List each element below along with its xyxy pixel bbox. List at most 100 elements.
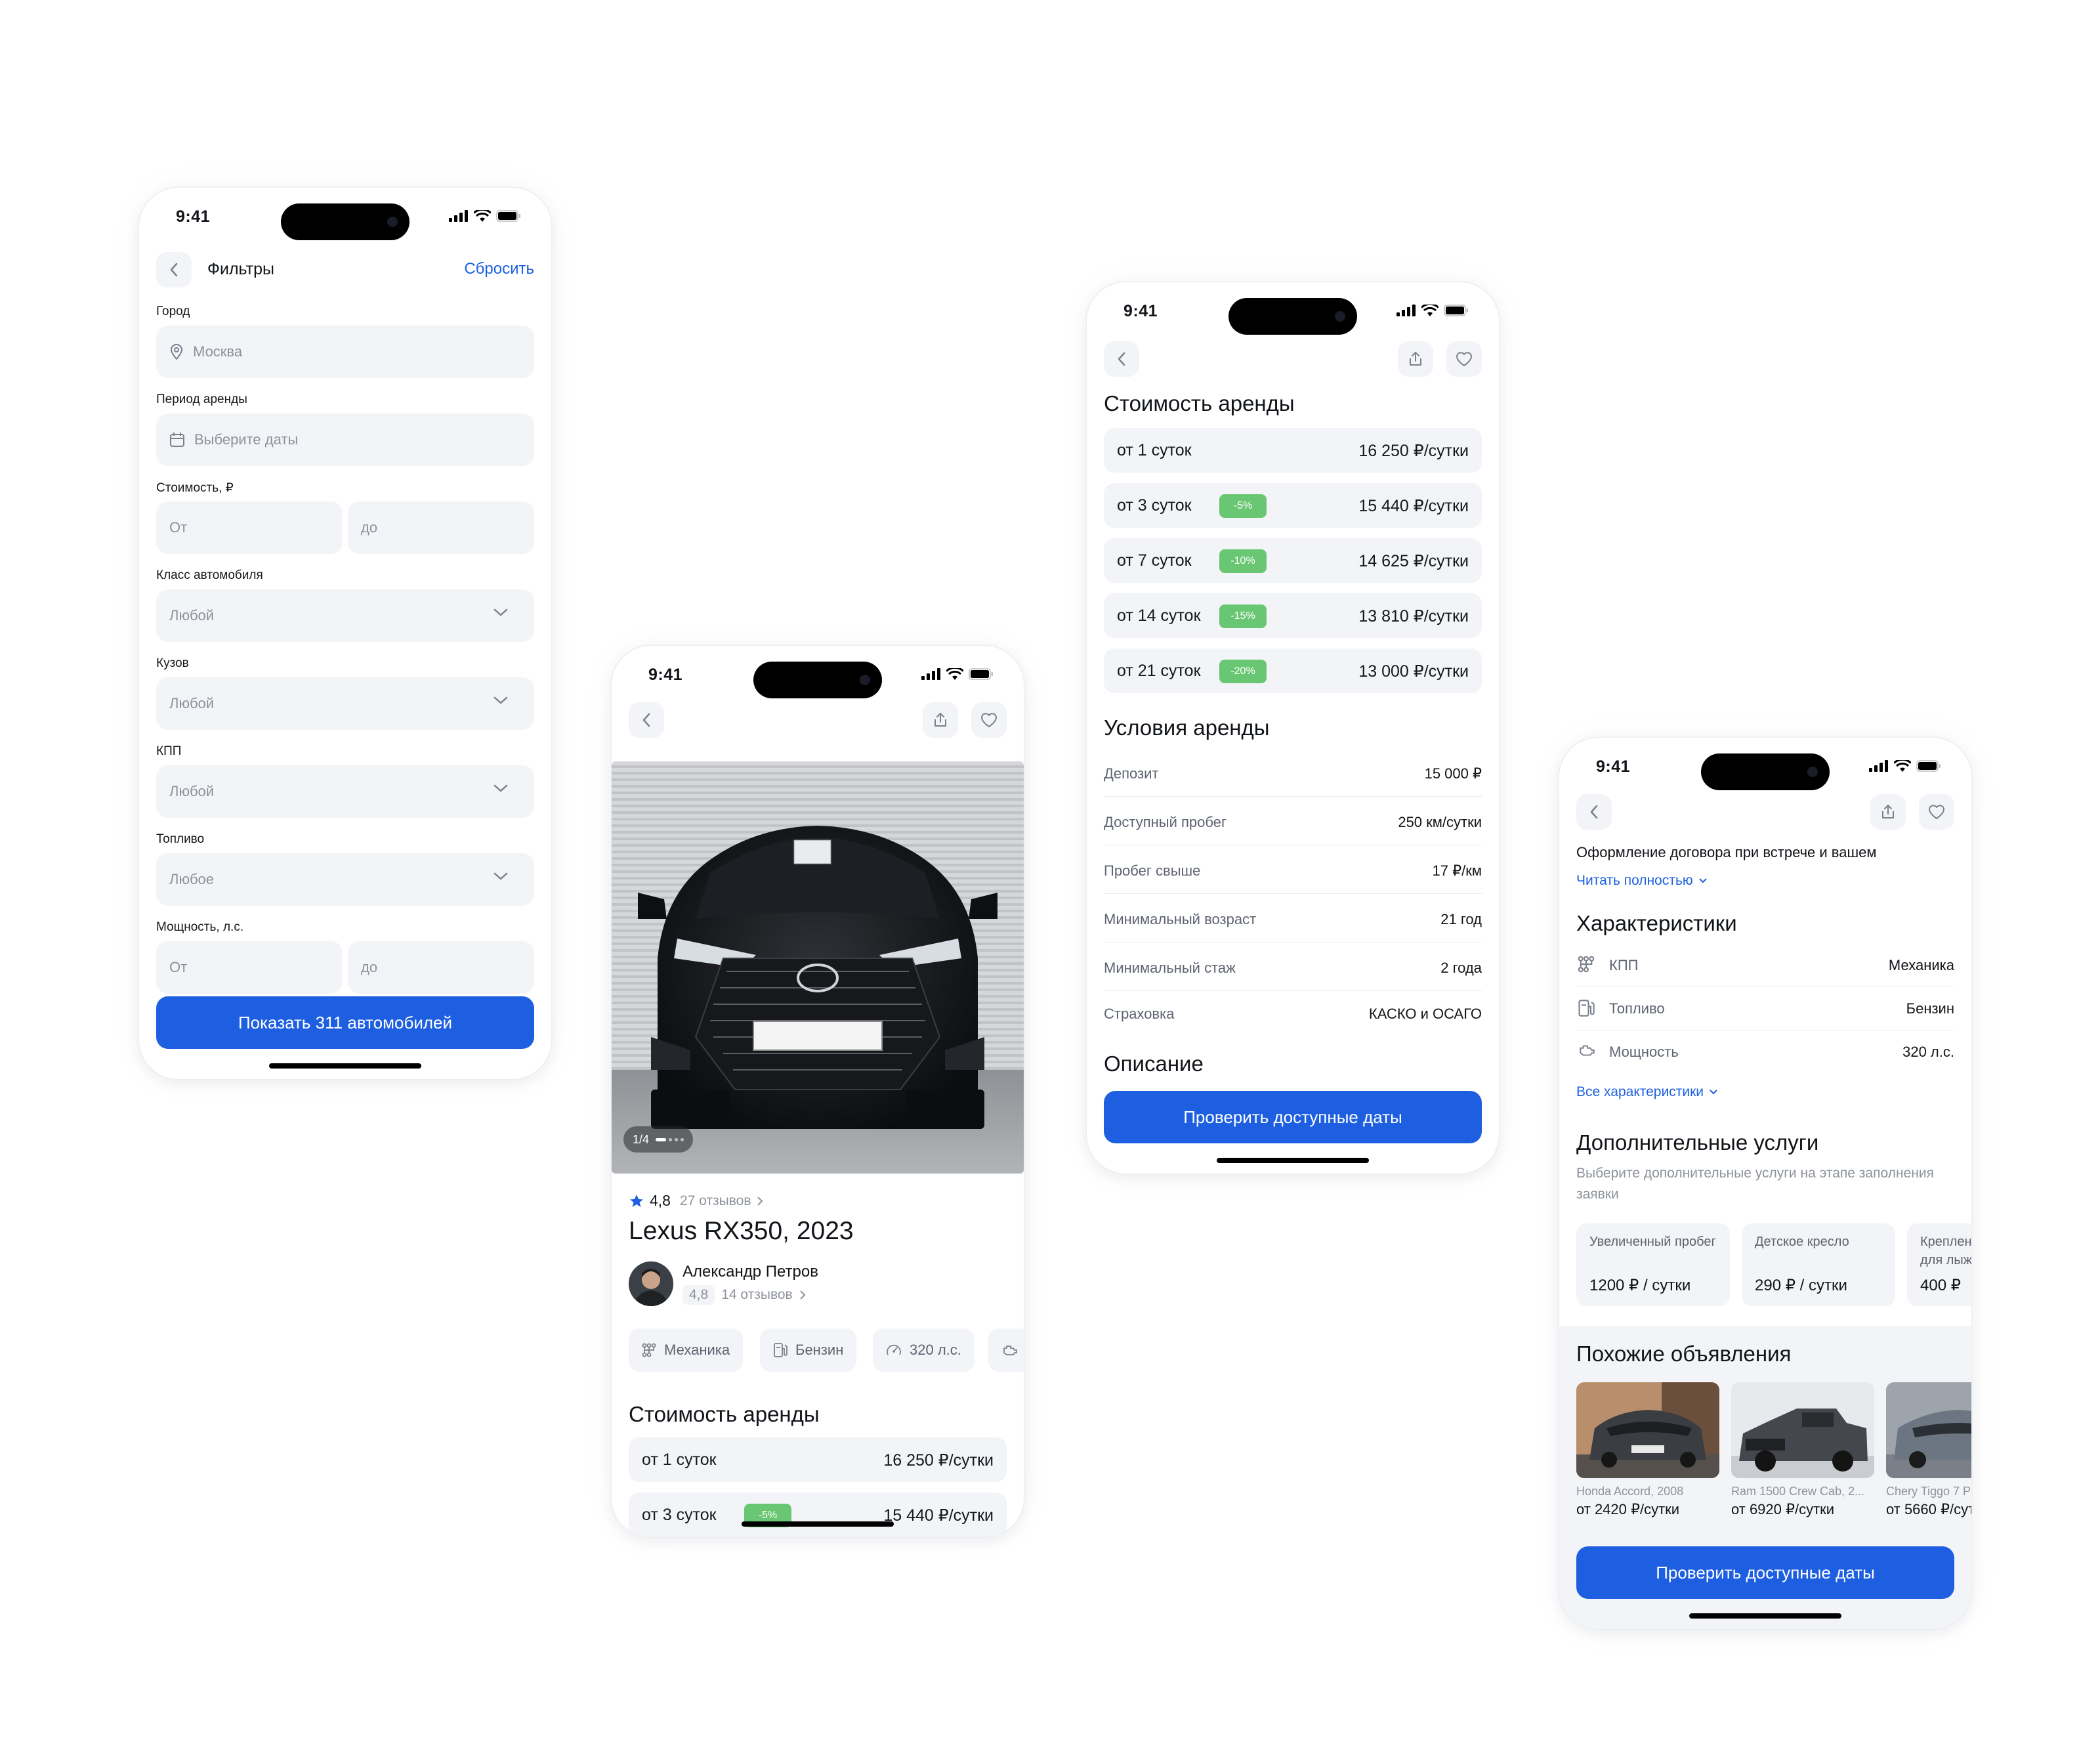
calendar-icon <box>170 433 184 447</box>
similar-car-name: Ram 1500 Crew Cab, 2... <box>1731 1485 1865 1498</box>
condition-key: Страховка <box>1104 1006 1175 1022</box>
back-button[interactable] <box>629 702 664 738</box>
avatar[interactable] <box>629 1261 673 1306</box>
power-from-input[interactable]: От <box>156 941 343 994</box>
battery-icon <box>1444 305 1468 316</box>
status-icons <box>1396 305 1469 316</box>
cost-to-input[interactable]: до <box>348 501 534 554</box>
photo-counter: 1/4 <box>623 1126 694 1153</box>
status-bar: 9:41 <box>139 188 551 247</box>
specs-title: Характеристики <box>1576 911 1737 935</box>
reset-button[interactable]: Сбросить <box>464 260 534 278</box>
price-row: от 3 суток -5% 15 440 ₽/сутки <box>629 1493 1007 1537</box>
similar-card[interactable]: Ram 1500 Crew Cab, 2... от 6920 ₽/сутки <box>1731 1382 1874 1518</box>
price-row-label: от 3 суток <box>1117 496 1192 515</box>
body-select[interactable]: Любой <box>156 677 534 730</box>
power-to-placeholder: до <box>361 959 378 975</box>
owner-name[interactable]: Александр Петров <box>682 1263 818 1281</box>
cost-from-input[interactable]: От <box>156 501 343 554</box>
location-pin-icon <box>170 344 183 360</box>
read-more-link[interactable]: Читать полностью <box>1576 873 1708 889</box>
price-row: от 7 суток -10% 14 625 ₽/сутки <box>1104 538 1482 583</box>
wifi-icon <box>946 668 963 680</box>
discount-badge: -20% <box>1219 660 1267 683</box>
period-field[interactable]: Выберите даты <box>156 413 534 466</box>
fuel-select[interactable]: Любое <box>156 853 534 906</box>
chip-power-label: 320 л.с. <box>910 1342 961 1358</box>
power-to-input[interactable]: до <box>348 941 534 994</box>
check-dates-button[interactable]: Проверить доступные даты <box>1104 1091 1482 1143</box>
back-button[interactable] <box>1104 341 1139 377</box>
service-card[interactable]: Детское кресло 290 ₽ / сутки <box>1742 1223 1895 1306</box>
similar-car-price: от 2420 ₽/сутки <box>1576 1501 1680 1517</box>
gearbox-select[interactable]: Любой <box>156 765 534 818</box>
class-label: Класс автомобиля <box>156 568 263 582</box>
service-card[interactable]: Увеличенный пробег 1200 ₽ / сутки <box>1576 1223 1730 1306</box>
signal-icon <box>449 210 468 222</box>
chevron-right-icon <box>800 1290 806 1300</box>
car-rating-row[interactable]: 4,8 27 отзывов <box>629 1192 763 1210</box>
dynamic-island <box>753 662 882 698</box>
share-button[interactable] <box>1398 341 1433 377</box>
period-placeholder: Выберите даты <box>194 431 299 448</box>
chevron-right-icon <box>757 1196 763 1206</box>
check-dates-button[interactable]: Проверить доступные даты <box>1576 1546 1954 1599</box>
spec-row: Мощность 320 л.с. <box>1576 1030 1954 1074</box>
owner-rating: 4,8 <box>682 1285 715 1305</box>
all-specs-label: Все характеристики <box>1576 1084 1704 1099</box>
favorite-button[interactable] <box>1446 341 1482 377</box>
owner-rating-row[interactable]: 4,8 14 отзывов <box>682 1285 806 1305</box>
conditions-title: Условия аренды <box>1104 715 1270 740</box>
car-photo-gallery[interactable]: 1/4 <box>612 761 1024 1174</box>
avatar-image <box>629 1261 673 1306</box>
show-results-button[interactable]: Показать 311 автомобилей <box>156 996 534 1049</box>
share-icon <box>1410 352 1421 366</box>
description-title: Описание <box>1104 1051 1204 1076</box>
favorite-button[interactable] <box>971 702 1007 738</box>
heart-icon <box>981 713 997 727</box>
city-field[interactable]: Москва <box>156 326 534 378</box>
service-card[interactable]: Крепления для лыж 400 ₽ <box>1907 1223 1971 1306</box>
share-button[interactable] <box>923 702 958 738</box>
services-subtitle: Выберите дополнительные услуги на этапе … <box>1576 1166 1934 1202</box>
status-time: 9:41 <box>1596 757 1631 776</box>
power-label: Мощность, л.с. <box>156 920 244 934</box>
spec-value: 320 л.с. <box>1902 1044 1954 1060</box>
pricing-title: Стоимость аренды <box>1104 391 1295 415</box>
all-specs-link[interactable]: Все характеристики <box>1576 1084 1718 1100</box>
similar-card[interactable]: Chery Tiggo 7 Pro от 5660 ₽/сутки <box>1886 1382 1971 1518</box>
price-row-value: 15 440 ₽/сутки <box>883 1506 994 1525</box>
city-placeholder: Москва <box>193 343 243 360</box>
status-icons <box>1869 760 1941 772</box>
similar-card[interactable]: Honda Accord, 2008 от 2420 ₽/сутки <box>1576 1382 1719 1518</box>
chevron-down-icon <box>494 872 508 880</box>
price-row-value: 15 440 ₽/сутки <box>1358 497 1469 515</box>
status-time: 9:41 <box>648 666 683 684</box>
share-icon <box>1882 805 1894 818</box>
gearbox-label: КПП <box>156 744 182 758</box>
share-icon <box>934 713 946 727</box>
price-row-label: от 1 суток <box>1117 441 1192 459</box>
chip-power: 320 л.с. <box>873 1328 975 1372</box>
car-thumbnail <box>1576 1382 1719 1478</box>
condition-key: Пробег свыше <box>1104 862 1201 879</box>
back-button[interactable] <box>1576 794 1612 830</box>
chevron-left-icon <box>170 263 178 277</box>
condition-row: Пробег свыше 17 ₽/км <box>1104 845 1482 894</box>
price-row-value: 16 250 ₽/сутки <box>883 1451 994 1470</box>
chevron-left-icon <box>1590 805 1598 819</box>
back-button[interactable] <box>156 252 192 287</box>
condition-value: 17 ₽/км <box>1432 862 1482 879</box>
condition-value: 21 год <box>1440 911 1482 927</box>
spec-value: Механика <box>1888 957 1954 973</box>
share-button[interactable] <box>1870 794 1906 830</box>
favorite-button[interactable] <box>1919 794 1954 830</box>
class-select[interactable]: Любой <box>156 589 534 642</box>
spec-row: КПП Механика <box>1576 944 1954 987</box>
status-icons <box>449 210 521 222</box>
car-rating: 4,8 <box>650 1192 671 1209</box>
condition-value: 15 000 ₽ <box>1424 765 1482 782</box>
car-reviews: 27 отзывов <box>679 1193 751 1208</box>
condition-key: Депозит <box>1104 765 1159 782</box>
fuel-label: Топливо <box>156 832 205 846</box>
